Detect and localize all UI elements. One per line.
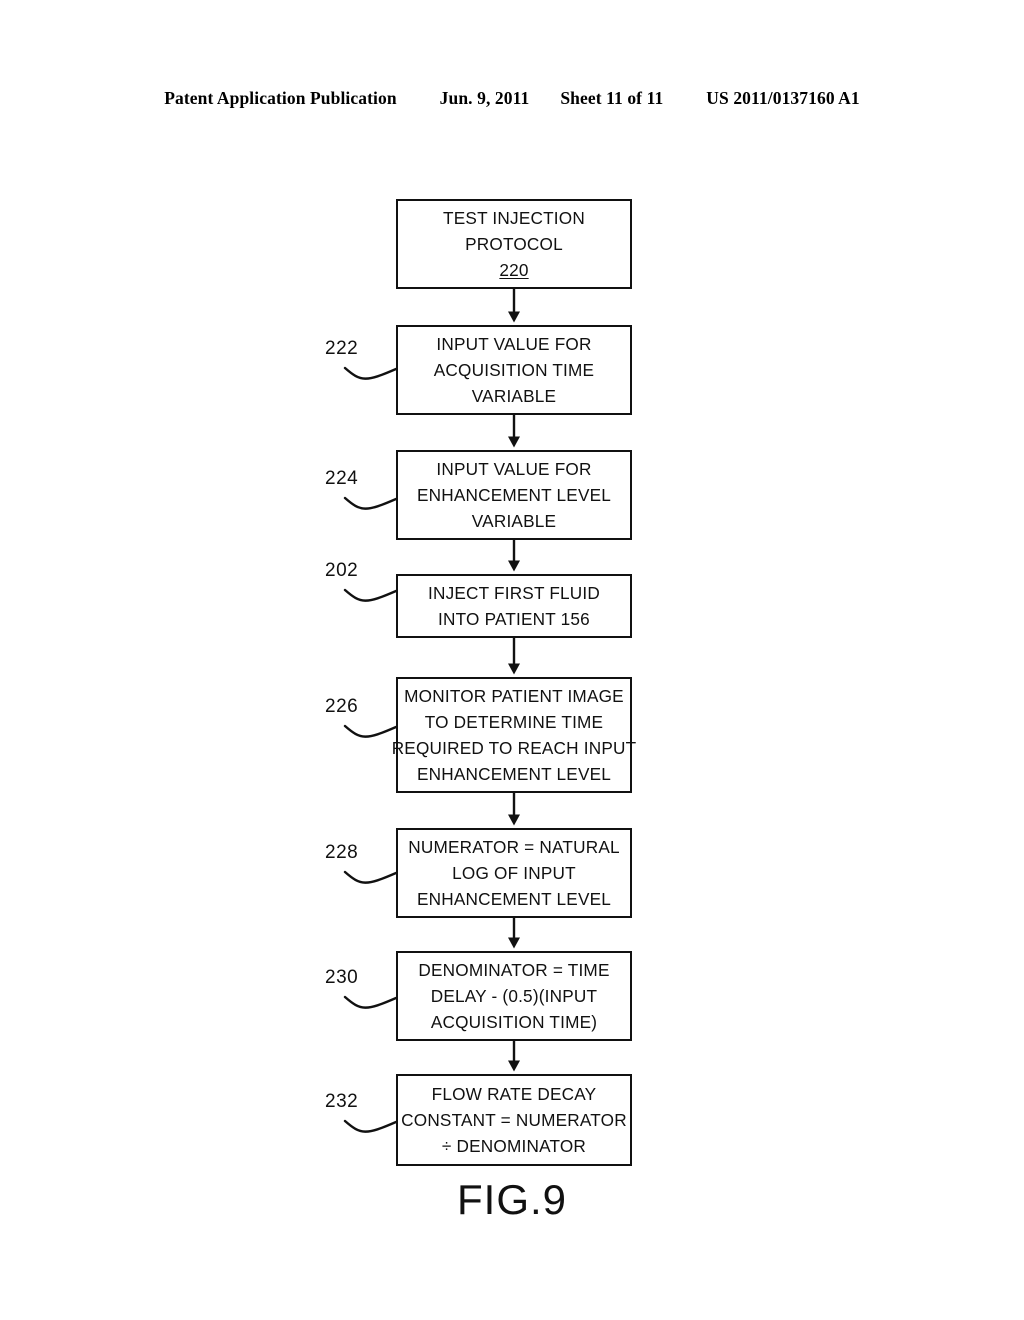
flow-node-228-line-2: ENHANCEMENT LEVEL [416,889,612,909]
flow-node-224-line-1: ENHANCEMENT LEVEL [416,485,612,505]
leader-line-224 [343,496,398,510]
flow-node-226-line-2: REQUIRED TO REACH INPUT [391,738,637,758]
leader-line-230 [343,995,398,1009]
refnum-232: 232 [325,1091,359,1112]
refnum-224: 224 [325,468,359,489]
flow-node-220-line-1: PROTOCOL [465,234,563,254]
flow-node-202-line-1: INTO PATIENT 156 [438,609,590,629]
flow-node-230-line-1: DELAY - (0.5)(INPUT [430,986,598,1006]
flow-node-226: MONITOR PATIENT IMAGE TO DETERMINE TIME RE… [392,677,636,793]
leader-line-222 [343,366,398,380]
leader-line-232 [343,1119,398,1133]
flow-node-222-line-1: ACQUISITION TIME [433,360,595,380]
flow-node-222-line-2: VARIABLE [471,386,557,406]
leader-line-228 [343,870,398,884]
refnum-228: 228 [325,842,359,863]
flow-node-230-line-0: DENOMINATOR = TIME [418,960,610,980]
flow-node-232: FLOW RATE DECAY CONSTANT = NUMERATOR ÷ DEN… [396,1074,632,1166]
flow-node-230: DENOMINATOR = TIME DELAY - (0.5)(INPUT ACQ… [396,951,632,1041]
flow-node-232-line-2: ÷ DENOMINATOR [441,1136,587,1156]
flowchart-fig-9: TEST INJECTION PROTOCOL 220 INPUT VALUE FOR… [0,0,1024,1320]
flow-node-230-line-2: ACQUISITION TIME) [430,1012,598,1032]
flow-node-222-line-0: INPUT VALUE FOR [436,334,592,354]
flow-node-220-refnum: 220 [499,260,529,280]
flow-node-220-line-0: TEST INJECTION [443,208,585,228]
refnum-230: 230 [325,967,359,988]
flow-node-222: INPUT VALUE FOR ACQUISITION TIME VARIABLE [396,325,632,415]
flow-node-202-line-0: INJECT FIRST FLUID [428,583,600,603]
flow-node-226-line-0: MONITOR PATIENT IMAGE [404,686,624,706]
flow-node-224: INPUT VALUE FOR ENHANCEMENT LEVEL VARIABLE [396,450,632,540]
flow-node-224-line-0: INPUT VALUE FOR [436,459,592,479]
flow-node-232-line-0: FLOW RATE DECAY [431,1084,597,1104]
refnum-226: 226 [325,696,359,717]
flow-node-232-line-1: CONSTANT = NUMERATOR [401,1110,627,1130]
flow-node-220: TEST INJECTION PROTOCOL 220 [396,199,632,289]
refnum-222: 222 [325,338,359,359]
flow-node-228-line-0: NUMERATOR = NATURAL [408,837,620,857]
leader-line-202 [343,588,398,602]
flow-node-228: NUMERATOR = NATURAL LOG OF INPUT ENHANCEME… [396,828,632,918]
flow-node-226-line-1: TO DETERMINE TIME [424,712,604,732]
flow-node-202: INJECT FIRST FLUID INTO PATIENT 156 [396,574,632,638]
refnum-202: 202 [325,560,359,581]
flow-node-226-line-3: ENHANCEMENT LEVEL [416,764,612,784]
flow-node-224-line-2: VARIABLE [471,511,557,531]
flow-node-228-line-1: LOG OF INPUT [452,863,576,883]
figure-caption: FIG.9 [457,1176,568,1223]
leader-line-226 [343,724,398,738]
